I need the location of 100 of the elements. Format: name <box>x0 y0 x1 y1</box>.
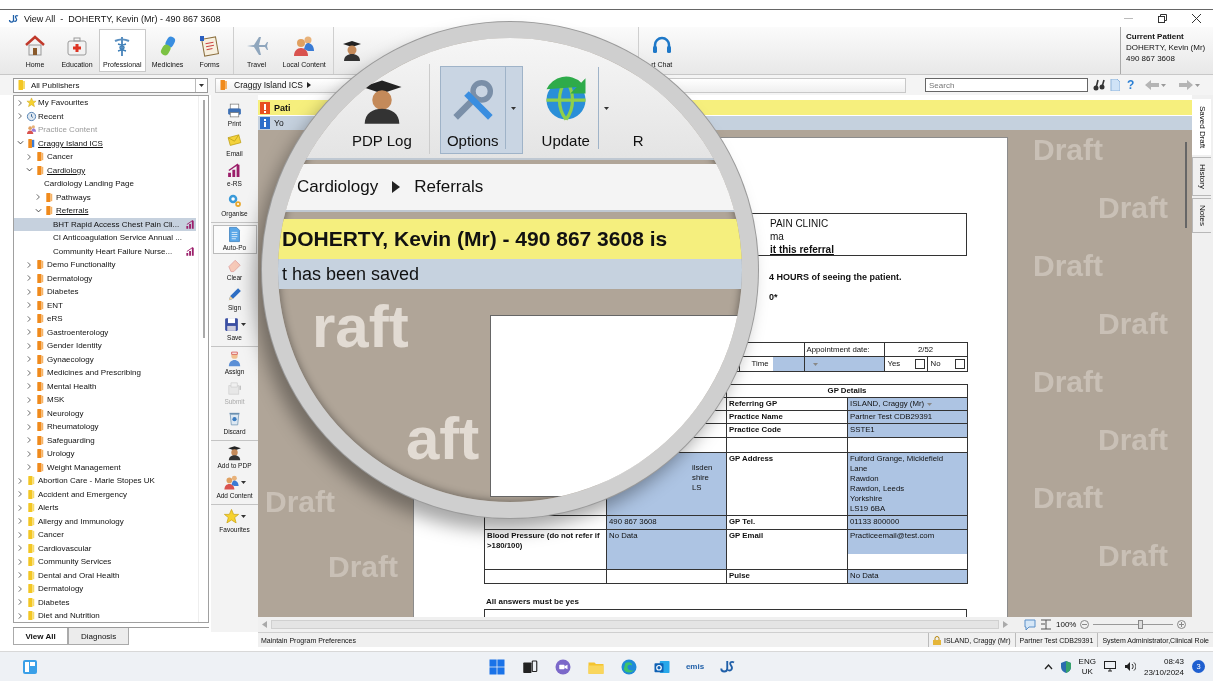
clock-date[interactable]: 23/10/2024 <box>1143 666 1184 678</box>
tree-item[interactable]: BHT Rapid Access Chest Pain Cli... <box>14 217 196 231</box>
toolbar-button[interactable]: Options <box>439 66 523 154</box>
chevron-icon[interactable] <box>26 301 33 310</box>
tree-item[interactable]: Weight Management <box>14 460 196 474</box>
clock-time[interactable]: 08:43 <box>1143 655 1184 667</box>
tree-item[interactable]: Gender Identity <box>14 339 196 353</box>
chevron-icon[interactable] <box>26 395 33 404</box>
shield-icon[interactable] <box>1060 660 1071 673</box>
tree-item[interactable]: Urology <box>14 447 196 461</box>
chevron-icon[interactable] <box>26 274 33 283</box>
tree-item[interactable]: My Favourites <box>14 96 196 110</box>
tree-item[interactable]: Cancer <box>14 528 196 542</box>
slider-thumb[interactable] <box>1137 620 1143 629</box>
scrollbar-thumb[interactable] <box>203 100 205 338</box>
tree-item[interactable]: Gynaecology <box>14 352 196 366</box>
tree-item[interactable]: Diet and Nutrition <box>14 609 196 622</box>
chevron-icon[interactable] <box>26 355 33 364</box>
split-view-icon[interactable] <box>1040 619 1052 630</box>
tree-item[interactable]: Referrals <box>14 204 196 218</box>
chevron-icon[interactable] <box>35 193 42 202</box>
chevron-icon[interactable] <box>26 463 33 472</box>
tree-item[interactable]: Demo Functionality <box>14 258 196 272</box>
chevron-icon[interactable] <box>26 422 33 431</box>
link[interactable]: it this referral <box>770 243 834 256</box>
chevron-up-icon[interactable] <box>1043 663 1053 670</box>
tree-item[interactable]: Cardiology Landing Page <box>14 177 196 191</box>
tree-item[interactable]: Dermatology <box>14 271 196 285</box>
tree-item[interactable]: Safeguarding <box>14 433 196 447</box>
document-icon[interactable] <box>1110 79 1120 91</box>
taskbar-app[interactable]: emis <box>685 656 705 677</box>
tree-item[interactable]: eRS <box>14 312 196 326</box>
chevron-icon[interactable] <box>26 314 33 323</box>
tree-item[interactable]: Cardiology <box>14 163 196 177</box>
tree-item[interactable]: Rheumatology <box>14 420 196 434</box>
sidebar-tab[interactable]: Diagnosis <box>68 628 130 645</box>
tree-item[interactable]: Dental and Oral Health <box>14 568 196 582</box>
search-field[interactable]: Search <box>925 78 1088 92</box>
zoom-slider[interactable] <box>1093 620 1174 629</box>
chevron-icon[interactable] <box>26 409 33 418</box>
breadcrumb-link[interactable]: Craggy Island ICS <box>234 80 303 90</box>
tree-item[interactable]: Community Heart Failure Nurse... <box>14 244 196 258</box>
chevron-icon[interactable] <box>17 530 24 539</box>
language-indicator[interactable]: ENG <box>1078 656 1096 667</box>
breadcrumb-link[interactable]: Referrals <box>414 177 484 197</box>
tree-item[interactable]: Alerts <box>14 501 196 515</box>
chevron-icon[interactable] <box>26 341 33 350</box>
chevron-icon[interactable] <box>26 436 33 445</box>
chevron-icon[interactable] <box>17 584 24 593</box>
chevron-icon[interactable] <box>26 368 33 377</box>
toolbar-button[interactable]: Update <box>532 66 616 154</box>
speaker-icon[interactable] <box>1123 661 1136 672</box>
help-button[interactable]: ? <box>1125 78 1137 92</box>
chevron-icon[interactable] <box>17 476 24 485</box>
chevron-icon[interactable] <box>17 490 24 499</box>
chevron-icon[interactable] <box>26 287 33 296</box>
breadcrumb-link[interactable]: Cardiology <box>297 177 379 197</box>
chevron-icon[interactable] <box>17 98 24 107</box>
region-indicator[interactable]: UK <box>1078 666 1096 677</box>
chevron-icon[interactable] <box>17 503 24 512</box>
tree-item[interactable]: Cancer <box>14 150 196 164</box>
tree-item[interactable]: Allergy and Immunology <box>14 514 196 528</box>
tree-item[interactable]: Mental Health <box>14 379 196 393</box>
tree-item[interactable]: MSK <box>14 393 196 407</box>
tree-item[interactable]: Diabetes <box>14 285 196 299</box>
chevron-icon[interactable] <box>26 152 33 161</box>
tree-item[interactable]: Abortion Care - Marie Stopes UK <box>14 474 196 488</box>
tree-item[interactable]: Pathways <box>14 190 196 204</box>
tree-item[interactable]: Dermatology <box>14 582 196 596</box>
widgets-icon[interactable] <box>22 658 38 675</box>
scroll-right-icon[interactable] <box>1003 621 1008 628</box>
chevron-icon[interactable] <box>17 598 24 607</box>
tree-item[interactable]: Accident and Emergency <box>14 487 196 501</box>
zoom-in-button[interactable] <box>1177 620 1187 629</box>
checkbox[interactable] <box>954 359 965 369</box>
scroll-left-icon[interactable] <box>262 621 267 628</box>
scrollbar-thumb[interactable] <box>1185 142 1187 228</box>
checkbox[interactable] <box>914 359 925 369</box>
tree-item[interactable]: Community Services <box>14 555 196 569</box>
toolbar-button[interactable]: R <box>625 66 651 154</box>
tree-item[interactable]: Gastroenterology <box>14 325 196 339</box>
chevron-icon[interactable] <box>17 112 24 121</box>
toolbar-button[interactable]: PDP Log <box>345 66 419 154</box>
tree-item[interactable]: CI Anticoagulation Service Annual ... <box>14 231 196 245</box>
tree-item[interactable]: Neurology <box>14 406 196 420</box>
chevron-icon[interactable] <box>17 571 24 580</box>
side-tab[interactable]: Saved Draft <box>1192 99 1211 156</box>
tree-item[interactable]: Recent <box>14 109 196 123</box>
side-tab[interactable]: Notes <box>1192 198 1211 234</box>
sidebar-tab[interactable]: View All <box>13 628 68 645</box>
zoom-out-button[interactable] <box>1080 620 1090 629</box>
publisher-dropdown[interactable]: All Publishers <box>13 77 208 93</box>
chevron-icon[interactable] <box>35 206 42 215</box>
chevron-icon[interactable] <box>17 557 24 566</box>
chevron-icon[interactable] <box>26 328 33 337</box>
tree-item[interactable]: Craggy Island ICS <box>14 136 196 150</box>
chevron-icon[interactable] <box>26 382 33 391</box>
tree-item[interactable]: Cardiovascular <box>14 541 196 555</box>
monitor-icon[interactable] <box>1103 661 1116 672</box>
comment-icon[interactable] <box>1024 619 1036 630</box>
